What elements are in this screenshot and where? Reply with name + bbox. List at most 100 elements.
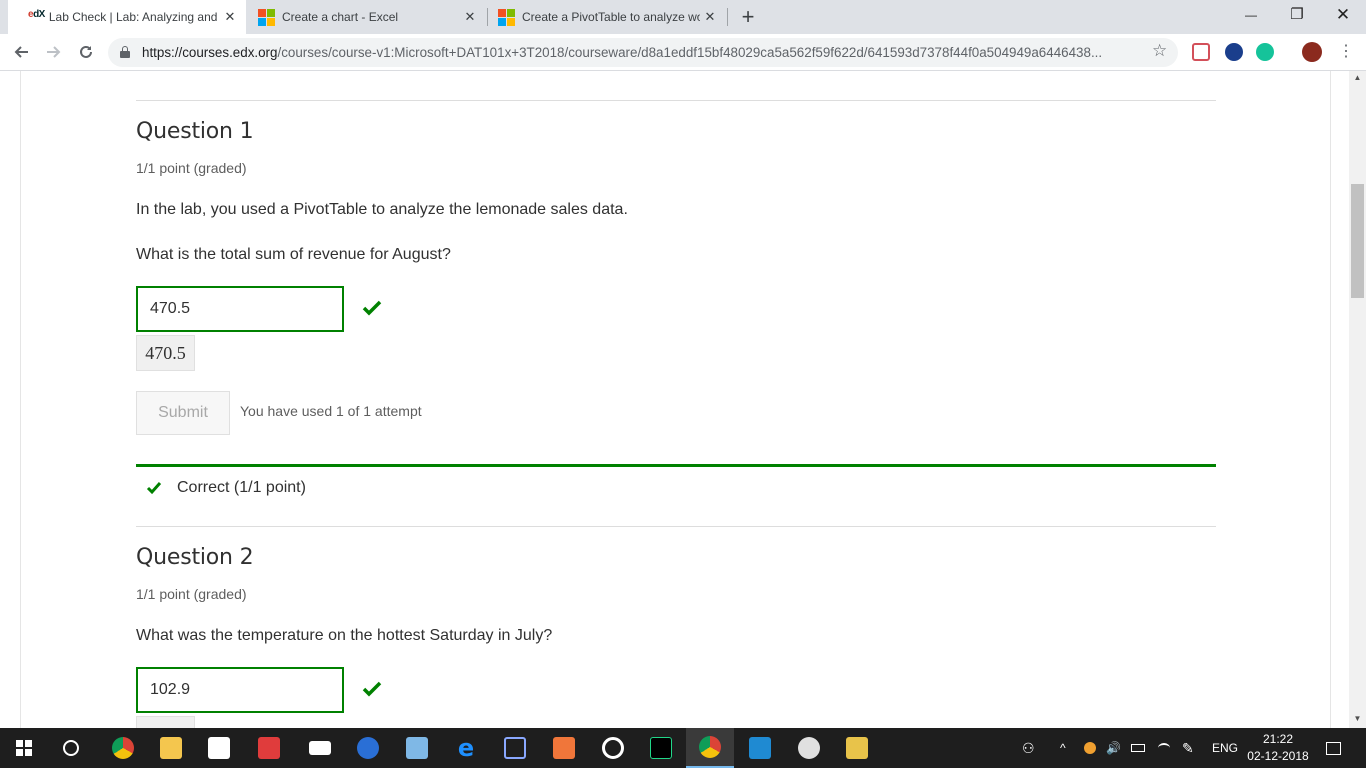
app-icon <box>846 737 868 759</box>
grammarly-icon[interactable] <box>1256 43 1274 61</box>
action-center-icon[interactable] <box>1326 728 1341 768</box>
battery-icon[interactable] <box>1131 728 1145 768</box>
submit-button[interactable]: Submit <box>136 391 230 435</box>
browser-toolbar: https://courses.edx.org/courses/course-v… <box>0 34 1366 71</box>
forward-button[interactable] <box>42 40 66 64</box>
start-button[interactable] <box>0 728 48 768</box>
taskbar-visual-studio[interactable] <box>491 728 539 768</box>
divider <box>136 100 1216 101</box>
back-arrow-icon <box>14 46 28 58</box>
taskbar-gift[interactable] <box>245 728 293 768</box>
microsoft-logo-icon <box>258 9 275 26</box>
tab-close-icon[interactable]: ✕ <box>220 9 240 25</box>
taskbar-chrome[interactable] <box>99 728 147 768</box>
taskbar-paint[interactable] <box>785 728 833 768</box>
correct-check-icon <box>362 300 382 316</box>
cortana-button[interactable] <box>47 728 95 768</box>
cortana-icon <box>63 740 79 756</box>
extension-icon[interactable] <box>1225 43 1243 61</box>
mail-icon <box>309 741 331 755</box>
divider <box>136 526 1216 527</box>
people-icon[interactable]: ⚇ <box>1022 728 1035 768</box>
pycharm-icon <box>650 737 672 759</box>
gift-icon <box>258 737 280 759</box>
window-close-button[interactable]: ✕ <box>1320 0 1366 34</box>
tab-close-icon[interactable]: ✕ <box>700 9 720 25</box>
content-border-right <box>1330 71 1331 728</box>
url-path: /courses/course-v1:Microsoft+DAT101x+3T2… <box>277 45 1103 60</box>
obs-icon <box>602 737 624 759</box>
question-2-points: 1/1 point (graded) <box>136 586 247 602</box>
minimize-button[interactable]: — <box>1228 0 1274 34</box>
new-tab-button[interactable]: + <box>738 4 758 30</box>
tab-lab-check[interactable]: edX Lab Check | Lab: Analyzing and V ✕ <box>8 0 246 34</box>
microsoft-logo-icon <box>498 9 515 26</box>
taskbar-mail[interactable] <box>296 728 344 768</box>
question-1-prompt: In the lab, you used a PivotTable to ana… <box>136 201 628 218</box>
chrome-icon <box>112 737 134 759</box>
lock-icon <box>120 46 130 58</box>
taskbar-app[interactable] <box>344 728 392 768</box>
scrollbar-thumb[interactable] <box>1351 184 1364 298</box>
question-1-question: What is the total sum of revenue for Aug… <box>136 246 451 263</box>
app-icon <box>357 737 379 759</box>
question-2-answer-input[interactable]: 102.9 <box>136 667 344 713</box>
reload-button[interactable] <box>74 40 98 64</box>
volume-icon[interactable]: 🔊 <box>1106 728 1121 768</box>
tab-strip: edX Lab Check | Lab: Analyzing and V ✕ C… <box>0 0 1366 34</box>
restore-button[interactable]: ❐ <box>1274 0 1320 34</box>
taskbar-app[interactable] <box>393 728 441 768</box>
tab-create-pivottable[interactable]: Create a PivotTable to analyze wo ✕ <box>486 0 726 34</box>
show-hidden-icons-icon[interactable]: ^ <box>1060 728 1066 768</box>
tab-close-icon[interactable]: ✕ <box>460 9 480 25</box>
language-indicator[interactable]: ENG <box>1212 728 1238 768</box>
taskbar-store[interactable] <box>195 728 243 768</box>
url-host: https://courses.edx.org <box>142 45 278 60</box>
taskbar-file-explorer[interactable] <box>147 728 195 768</box>
taskbar-edge[interactable]: e <box>442 728 490 768</box>
taskbar-vscode[interactable] <box>736 728 784 768</box>
reload-icon <box>80 45 92 58</box>
tab-title: Create a PivotTable to analyze wo <box>522 10 700 24</box>
app-icon <box>406 737 428 759</box>
page-content: Question 1 1/1 point (graded) In the lab… <box>0 71 1366 728</box>
scroll-up-icon[interactable]: ▲ <box>1352 73 1363 82</box>
question-2-prompt: What was the temperature on the hottest … <box>136 627 553 644</box>
taskbar-app[interactable] <box>833 728 881 768</box>
question-2-title: Question 2 <box>136 545 254 570</box>
wifi-icon[interactable] <box>1158 728 1170 768</box>
taskbar-pycharm[interactable] <box>637 728 685 768</box>
content-border-left <box>20 71 21 728</box>
back-button[interactable] <box>9 40 33 64</box>
store-icon <box>208 737 230 759</box>
vscode-icon <box>749 737 771 759</box>
forward-arrow-icon <box>47 46 61 58</box>
pocket-extension-icon[interactable] <box>1192 43 1210 61</box>
clock-date: 02-12-2018 <box>1247 749 1309 763</box>
tab-title: Lab Check | Lab: Analyzing and V <box>48 10 220 24</box>
attempts-text: You have used 1 of 1 attempt <box>240 403 422 419</box>
clock[interactable]: 21:22 02-12-2018 <box>1240 731 1316 765</box>
correct-check-icon <box>362 681 382 697</box>
bookmark-star-icon[interactable]: ☆ <box>1152 41 1167 61</box>
url-text[interactable]: https://courses.edx.org/courses/course-v… <box>142 45 1102 60</box>
address-bar[interactable]: https://courses.edx.org/courses/course-v… <box>108 38 1178 67</box>
correct-status-bar <box>136 464 1216 467</box>
folder-icon <box>160 737 182 759</box>
edx-logo-icon: edX <box>28 9 45 20</box>
taskbar-chrome-active[interactable] <box>686 728 734 768</box>
app-icon <box>553 737 575 759</box>
menu-icon[interactable]: ⋮ <box>1334 40 1358 64</box>
scrollbar[interactable] <box>1349 71 1366 728</box>
windows-logo-icon <box>16 740 32 756</box>
chrome-icon <box>699 736 721 758</box>
question-1-answer-input[interactable]: 470.5 <box>136 286 344 332</box>
network-icon[interactable] <box>1084 728 1096 768</box>
profile-avatar[interactable] <box>1302 42 1322 62</box>
tab-separator <box>727 8 728 26</box>
pen-icon[interactable]: ✎ <box>1182 728 1194 768</box>
tab-create-chart[interactable]: Create a chart - Excel ✕ <box>246 0 486 34</box>
taskbar-obs[interactable] <box>589 728 637 768</box>
scroll-down-icon[interactable]: ▼ <box>1352 714 1363 723</box>
taskbar-app[interactable] <box>540 728 588 768</box>
